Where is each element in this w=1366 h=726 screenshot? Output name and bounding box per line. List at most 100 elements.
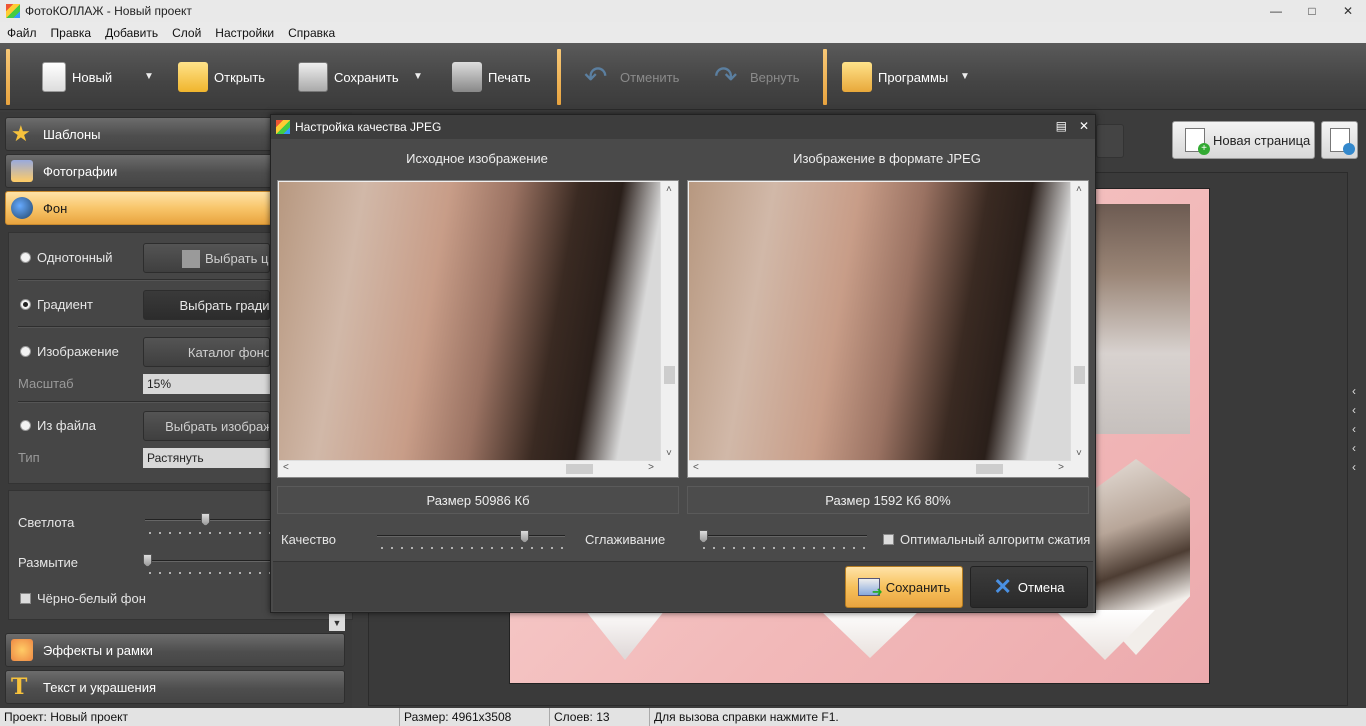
maximize-icon[interactable]: ▤ [1056, 119, 1067, 133]
print-button[interactable]: Печать [452, 51, 531, 103]
image-radio[interactable] [20, 346, 31, 357]
app-icon [276, 120, 290, 134]
brightness-ticks [145, 530, 270, 536]
programs-dropdown-icon[interactable]: ▼ [960, 71, 970, 82]
page-settings-icon [1329, 128, 1355, 155]
size-value: 4961x3508 [451, 710, 512, 724]
new-label: Новый [72, 69, 113, 85]
close-icon[interactable]: ✕ [1079, 119, 1089, 133]
blur-ticks [145, 570, 270, 576]
vertical-scrollbar[interactable]: ˄ ˅ [660, 182, 677, 461]
background-catalog-button[interactable]: Каталог фоно [143, 337, 270, 367]
scroll-up-icon[interactable]: ˄ [1076, 184, 1082, 195]
section-effects-label: Эффекты и рамки [43, 642, 153, 658]
menu-file[interactable]: Файл [0, 26, 44, 40]
project-label: Проект: [4, 710, 47, 724]
scroll-up-icon[interactable]: ˄ [666, 184, 672, 195]
file-option[interactable]: Из файла [20, 418, 96, 433]
choose-color-button[interactable]: Выбрать цв [143, 243, 270, 273]
maximize-icon[interactable]: □ [1294, 0, 1330, 22]
jpeg-image[interactable] [689, 182, 1070, 461]
divider [18, 401, 272, 403]
horizontal-scrollbar[interactable]: < > [689, 460, 1070, 476]
new-page-button[interactable]: + Новая страница [1172, 121, 1315, 159]
choose-image-button[interactable]: Выбрать изображ [143, 411, 270, 441]
dialog-cancel-button[interactable]: ✕ Отмена [970, 566, 1088, 608]
dialog-title-bar: Настройка качества JPEG ▤ ✕ [271, 115, 1095, 139]
menu-settings[interactable]: Настройки [208, 26, 281, 40]
gradient-option[interactable]: Градиент [20, 297, 93, 312]
type-select[interactable]: Растянуть [143, 448, 270, 468]
side-collapse-arrows[interactable]: ‹ ‹ ‹ ‹ ‹ [1352, 382, 1364, 477]
new-dropdown-icon[interactable]: ▼ [144, 71, 154, 82]
new-button[interactable]: Новый [42, 51, 112, 103]
horizontal-scrollbar[interactable]: < > [279, 460, 660, 476]
bw-checkbox[interactable] [20, 593, 31, 604]
solid-radio[interactable] [20, 252, 31, 263]
section-text[interactable]: T Текст и украшения [5, 670, 345, 704]
menu-add[interactable]: Добавить [98, 26, 165, 40]
save-dropdown-icon[interactable]: ▼ [413, 71, 423, 82]
scroll-down-icon[interactable]: ˅ [666, 448, 672, 459]
smoothing-slider[interactable] [699, 535, 867, 537]
programs-button[interactable]: Программы [842, 51, 948, 103]
save-button[interactable]: Сохранить [298, 51, 399, 103]
jpeg-size-label: Размер 1592 Кб 80% [687, 486, 1089, 514]
section-text-label: Текст и украшения [43, 679, 157, 695]
quality-slider[interactable] [377, 535, 565, 537]
file-label: Из файла [37, 418, 96, 433]
blur-slider[interactable] [145, 560, 270, 562]
dialog-cancel-label: Отмена [1017, 579, 1065, 595]
file-radio[interactable] [20, 420, 31, 431]
dialog-save-button[interactable]: ➜ Сохранить [845, 566, 963, 608]
undo-button[interactable]: ↶ Отменить [584, 51, 679, 103]
gradient-radio[interactable] [20, 299, 31, 310]
open-button[interactable]: Открыть [178, 51, 265, 103]
star-icon: ★ [11, 121, 31, 146]
menu-layer[interactable]: Слой [165, 26, 208, 40]
folder-icon [178, 62, 208, 92]
optimal-checkbox[interactable] [883, 534, 894, 545]
solid-label: Однотонный [37, 250, 113, 265]
bw-option[interactable]: Чёрно-белый фон [20, 591, 146, 606]
save-label: Сохранить [334, 69, 399, 85]
layers-label: Слоев: [554, 710, 593, 724]
lock-icon[interactable] [1096, 124, 1124, 158]
text-t-icon: T [11, 674, 28, 700]
dialog-save-label: Сохранить [885, 579, 951, 595]
close-icon[interactable]: ✕ [1330, 0, 1366, 22]
optimal-option[interactable]: Оптимальный алгоритм сжатия [883, 532, 1090, 547]
quality-ticks [377, 545, 565, 551]
programs-label: Программы [878, 69, 949, 85]
redo-button[interactable]: ↷ Вернуть [714, 51, 800, 103]
image-option[interactable]: Изображение [20, 344, 119, 359]
menu-help[interactable]: Справка [281, 26, 342, 40]
scroll-down-icon[interactable]: ˅ [1076, 448, 1082, 459]
scroll-left-icon[interactable]: < [283, 462, 289, 473]
size-label: Размер: [404, 710, 449, 724]
minimize-icon[interactable]: — [1258, 0, 1294, 22]
divider [18, 279, 272, 281]
scroll-left-icon[interactable]: < [693, 462, 699, 473]
main-toolbar: Новый ▼ Открыть Сохранить ▼ Печать ↶ Отм… [0, 43, 1366, 110]
wedding-photo[interactable] [1095, 204, 1190, 434]
choose-gradient-button[interactable]: Выбрать гради [143, 290, 270, 320]
section-effects[interactable]: Эффекты и рамки [5, 633, 345, 667]
vertical-scrollbar[interactable]: ˄ ˅ [1070, 182, 1087, 461]
quality-thumb[interactable] [520, 530, 530, 543]
scroll-right-icon[interactable]: > [648, 462, 654, 473]
redo-icon: ↷ [714, 61, 738, 92]
dialog-title: Настройка качества JPEG [295, 120, 442, 134]
solid-option[interactable]: Однотонный [20, 250, 113, 265]
status-bar: Проект: Новый проект Размер: 4961x3508 С… [0, 708, 1366, 726]
app-icon [6, 4, 20, 18]
original-image[interactable] [279, 182, 660, 461]
scale-field[interactable]: 15% [143, 374, 270, 394]
smoothing-thumb[interactable] [699, 530, 708, 543]
redo-label: Вернуть [750, 69, 800, 85]
open-label: Открыть [214, 69, 266, 85]
scroll-right-icon[interactable]: > [1058, 462, 1064, 473]
page-settings-button[interactable] [1321, 121, 1358, 159]
menu-edit[interactable]: Правка [44, 26, 99, 40]
scroll-down-icon[interactable]: ▼ [329, 614, 345, 631]
